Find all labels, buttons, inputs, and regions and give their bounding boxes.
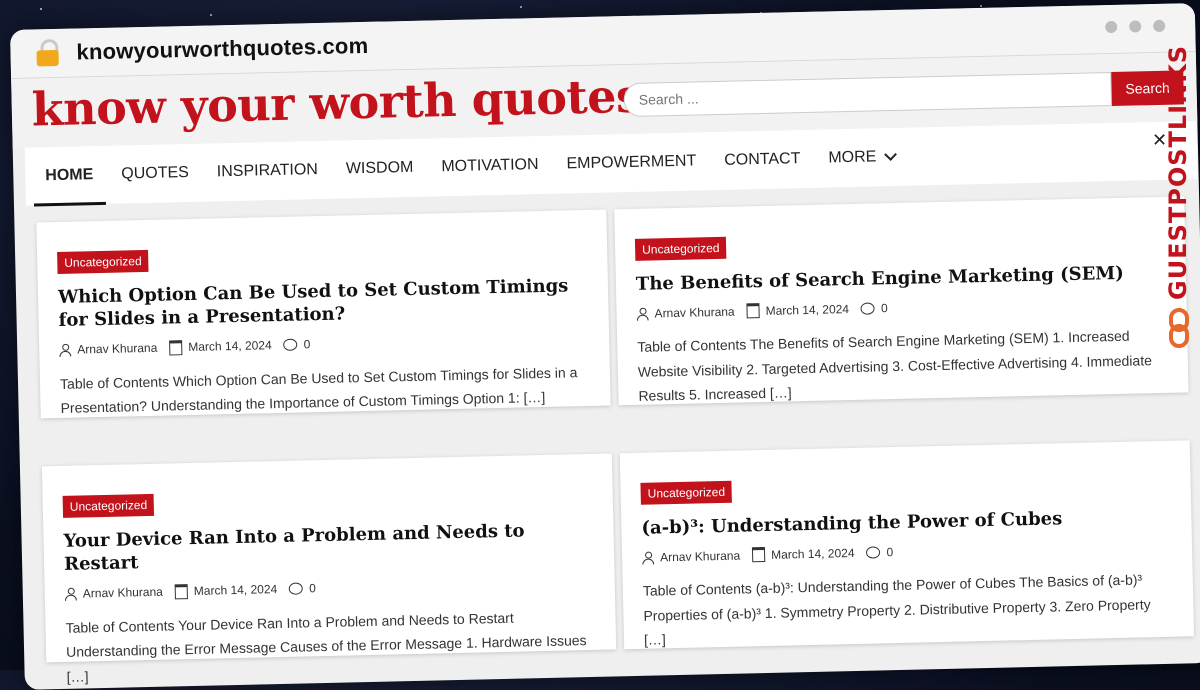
user-icon	[59, 344, 71, 356]
post-meta: Arnav Khurana March 14, 2024 0	[65, 575, 595, 602]
window-dot[interactable]	[1105, 20, 1118, 34]
window-dot[interactable]	[1153, 19, 1166, 33]
comment-icon	[866, 546, 881, 559]
post-excerpt: Table of Contents Your Device Ran Into a…	[65, 609, 587, 685]
calendar-icon	[746, 303, 760, 319]
post-excerpt: Table of Contents The Benefits of Search…	[637, 328, 1153, 405]
category-badge[interactable]: Uncategorized	[57, 249, 149, 274]
user-icon	[642, 551, 654, 563]
post-title[interactable]: The Benefits of Search Engine Marketing …	[636, 261, 1166, 296]
calendar-icon	[169, 339, 183, 356]
user-icon	[65, 588, 77, 600]
site-title[interactable]: know your worth quotes	[31, 69, 642, 137]
post-author[interactable]: Arnav Khurana	[83, 585, 163, 601]
nav-item-empowerment[interactable]: EMPOWERMENT	[566, 152, 696, 173]
lock-icon	[34, 38, 63, 68]
search-input[interactable]	[623, 72, 1113, 118]
link-logo-icon	[1169, 308, 1189, 348]
nav-item-more[interactable]: MORE	[828, 148, 898, 168]
search-form: Search	[623, 70, 1184, 118]
post-date[interactable]: March 14, 2024	[765, 302, 849, 318]
category-badge[interactable]: Uncategorized	[634, 236, 727, 261]
comment-count[interactable]: 0	[304, 338, 311, 352]
calendar-icon	[174, 583, 189, 600]
post-author[interactable]: Arnav Khurana	[77, 341, 157, 357]
post-title[interactable]: (a-b)³: Understanding the Power of Cubes	[641, 505, 1171, 540]
browser-window: knowyourworthquotes.com know your worth …	[10, 3, 1200, 690]
comment-count[interactable]: 0	[881, 301, 888, 315]
post-excerpt: Table of Contents (a-b)³: Understanding …	[642, 571, 1151, 649]
comment-count[interactable]: 0	[309, 581, 316, 595]
post-date[interactable]: March 14, 2024	[188, 338, 272, 354]
user-icon	[636, 307, 648, 319]
post-title[interactable]: Which Option Can Be Used to Set Custom T…	[58, 274, 589, 333]
comment-icon	[860, 302, 876, 315]
post-author[interactable]: Arnav Khurana	[654, 305, 734, 321]
post-date[interactable]: March 14, 2024	[771, 546, 855, 562]
nav-item-contact[interactable]: CONTACT	[724, 150, 801, 170]
post-date[interactable]: March 14, 2024	[194, 582, 278, 598]
category-badge[interactable]: Uncategorized	[62, 493, 155, 518]
post-author[interactable]: Arnav Khurana	[660, 548, 740, 564]
chevron-down-icon	[884, 148, 898, 161]
category-badge[interactable]: Uncategorized	[640, 480, 733, 505]
nav-item-home[interactable]: HOME	[45, 166, 93, 185]
nav-item-motivation[interactable]: MOTIVATION	[441, 156, 539, 176]
nav-item-quotes[interactable]: QUOTES	[121, 164, 189, 184]
post-title[interactable]: Your Device Ran Into a Problem and Needs…	[63, 518, 594, 577]
post-card: Uncategorized (a-b)³: Understanding the …	[619, 440, 1195, 650]
post-excerpt: Table of Contents Which Option Can Be Us…	[59, 363, 578, 417]
watermark-text: GUESTPOSTLINKS	[1164, 44, 1192, 300]
window-dot[interactable]	[1129, 20, 1142, 33]
nav-item-inspiration[interactable]: INSPIRATION	[217, 161, 318, 181]
post-meta: Arnav Khurana March 14, 2024 0	[636, 294, 1166, 321]
post-card: Uncategorized Which Option Can Be Used t…	[36, 209, 611, 419]
post-card: Uncategorized The Benefits of Search Eng…	[614, 196, 1189, 406]
comment-count[interactable]: 0	[886, 545, 893, 559]
url-text[interactable]: knowyourworthquotes.com	[76, 33, 368, 66]
post-meta: Arnav Khurana March 14, 2024 0	[59, 331, 589, 358]
post-card: Uncategorized Your Device Ran Into a Pro…	[41, 453, 617, 685]
nav-item-more-label: MORE	[828, 148, 877, 167]
browser-scene: knowyourworthquotes.com know your worth …	[10, 3, 1200, 690]
nav-item-wisdom[interactable]: WISDOM	[346, 159, 414, 179]
post-meta: Arnav Khurana March 14, 2024 0	[642, 538, 1172, 565]
comment-icon	[283, 338, 298, 352]
comment-icon	[289, 582, 304, 596]
calendar-icon	[751, 547, 766, 563]
window-dots	[1105, 19, 1166, 34]
